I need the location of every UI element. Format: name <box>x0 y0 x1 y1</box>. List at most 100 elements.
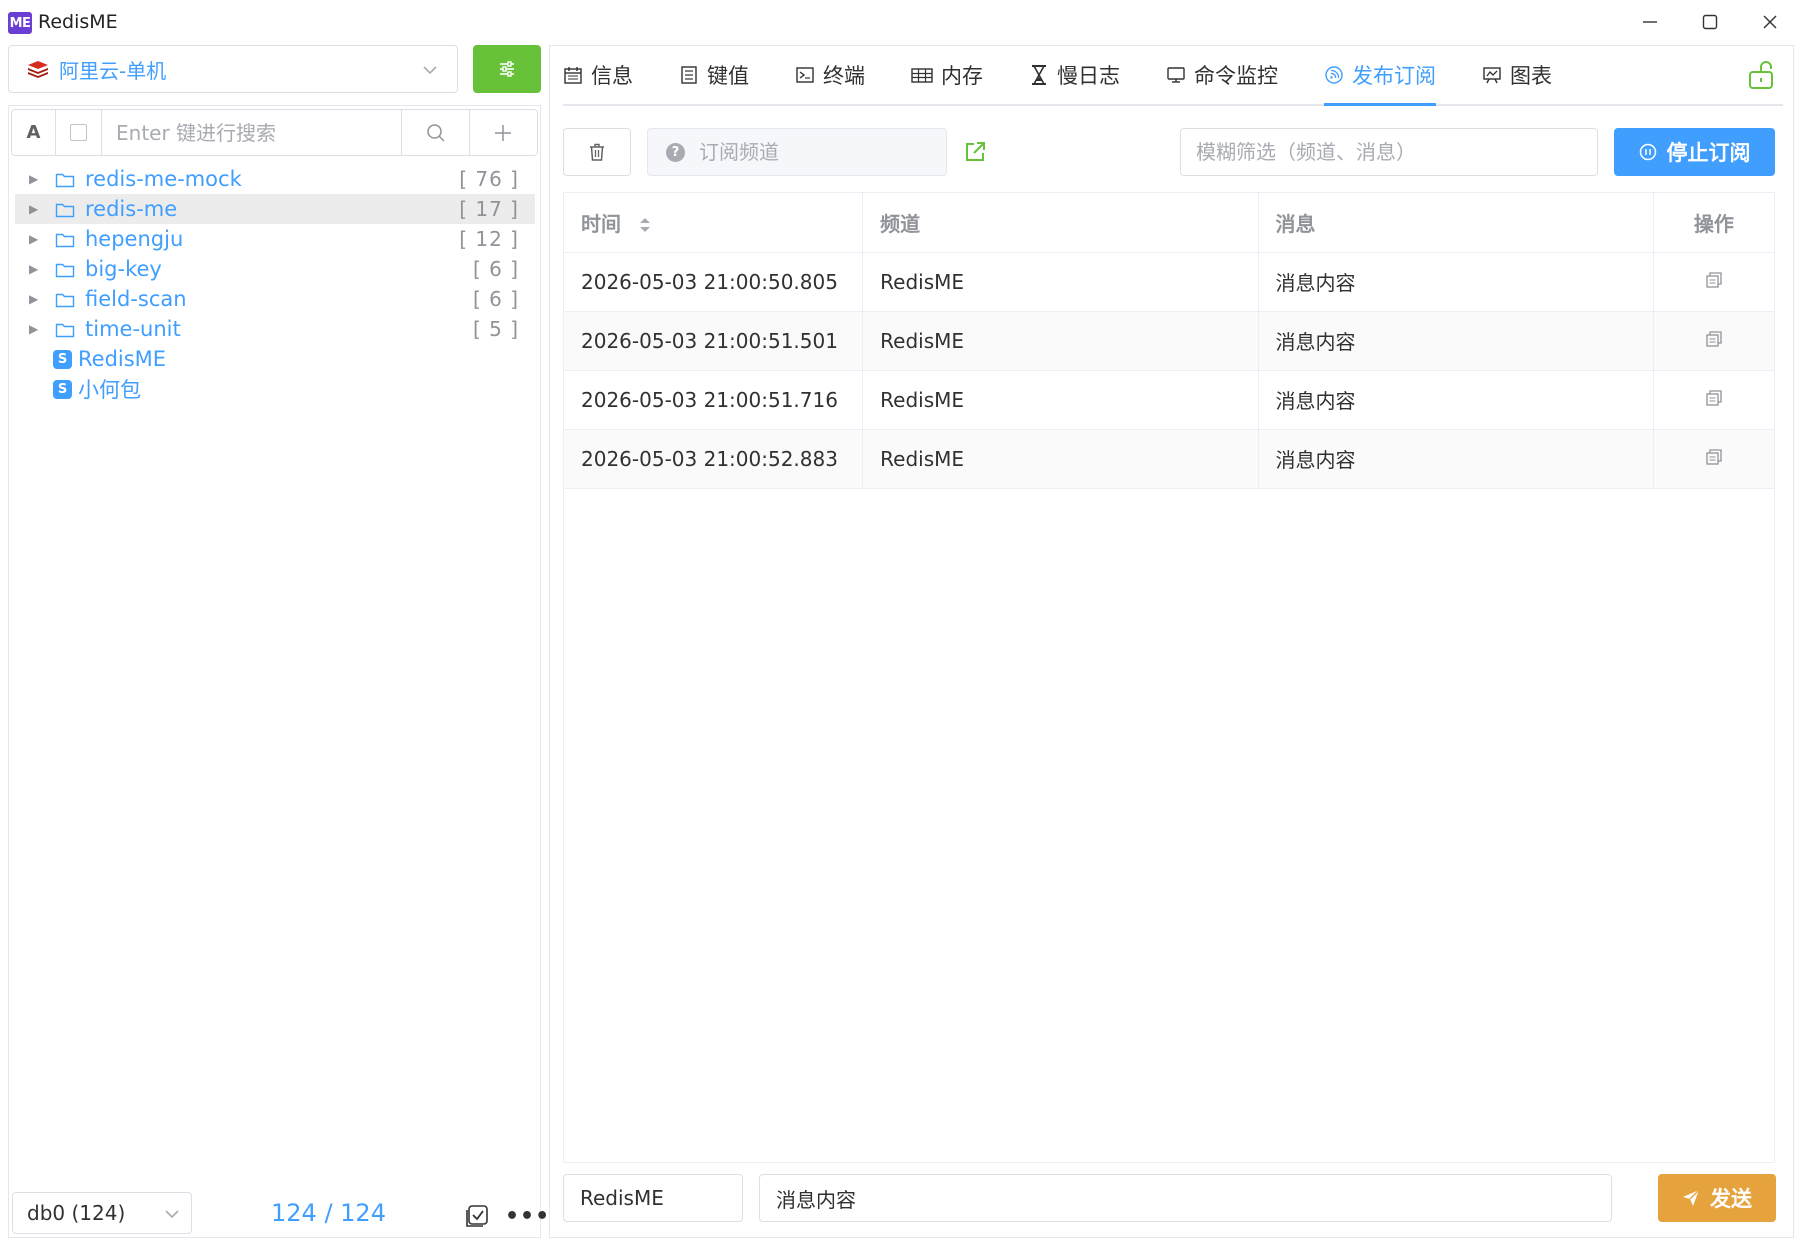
tab-key-value[interactable]: 键值 <box>679 46 749 104</box>
chevron-down-icon <box>165 1210 179 1219</box>
folder-count: [ 76 ] <box>459 167 519 191</box>
tab-info[interactable]: 信息 <box>563 46 633 104</box>
database-select[interactable]: db0 (124) <box>12 1192 192 1234</box>
connection-label: 阿里云-单机 <box>59 58 167 83</box>
more-options-icon[interactable]: ••• <box>505 1204 550 1229</box>
cell-channel: RedisME <box>862 311 1259 371</box>
key-tree: ▶ redis-me-mock [ 76 ] ▶ redis-me [ 17 ]… <box>15 164 535 404</box>
folder-count: [ 17 ] <box>459 197 519 221</box>
cell-message: 消息内容 <box>1258 311 1654 371</box>
cell-time: 2026-05-03 21:00:52.883 <box>564 429 864 489</box>
copy-icon[interactable] <box>1705 389 1723 407</box>
search-mode-toggle[interactable]: A <box>12 110 56 155</box>
tab-terminal[interactable]: 终端 <box>795 46 865 104</box>
maximize-button[interactable] <box>1690 8 1730 36</box>
tree-folder[interactable]: ▶ big-key [ 6 ] <box>15 254 535 284</box>
tree-folder[interactable]: ▶ hepengju [ 12 ] <box>15 224 535 254</box>
folder-name: time-unit <box>85 317 181 341</box>
tab-pubsub[interactable]: 发布订阅 <box>1324 46 1436 106</box>
chart-icon <box>1482 65 1502 85</box>
cell-message: 消息内容 <box>1258 370 1654 430</box>
tab-memory[interactable]: 内存 <box>911 46 983 104</box>
folder-count: [ 5 ] <box>472 317 519 341</box>
tab-label: 慢日志 <box>1057 64 1120 88</box>
close-icon <box>1763 15 1777 29</box>
tab-label: 终端 <box>823 64 865 88</box>
close-button[interactable] <box>1750 8 1790 36</box>
tree-key[interactable]: S RedisME <box>15 344 535 374</box>
publish-channel-input[interactable] <box>580 1186 741 1210</box>
tree-key[interactable]: S 小何包 <box>15 374 535 404</box>
sort-icon[interactable] <box>638 215 652 235</box>
stop-subscribe-button[interactable]: 停止订阅 <box>1614 128 1775 176</box>
cell-channel: RedisME <box>862 252 1259 312</box>
redis-icon <box>28 61 48 78</box>
folder-count: [ 6 ] <box>472 287 519 311</box>
minimize-button[interactable] <box>1630 8 1670 36</box>
tree-folder[interactable]: ▶ redis-me-mock [ 76 ] <box>15 164 535 194</box>
key-search-field[interactable] <box>102 110 402 155</box>
stop-subscribe-label: 停止订阅 <box>1666 141 1751 165</box>
tree-folder[interactable]: ▶ redis-me [ 17 ] <box>15 194 535 224</box>
select-all-checkbox[interactable] <box>56 110 102 155</box>
calendar-icon <box>563 65 583 85</box>
tree-folder[interactable]: ▶ field-scan [ 6 ] <box>15 284 535 314</box>
checkbox-box <box>70 124 87 141</box>
search-button[interactable] <box>402 110 470 155</box>
folder-name: big-key <box>85 257 162 281</box>
copy-icon[interactable] <box>1705 330 1723 348</box>
caret-right-icon[interactable]: ▶ <box>29 322 49 336</box>
message-filter-field[interactable] <box>1180 128 1598 176</box>
send-button[interactable]: 发送 <box>1658 1174 1776 1222</box>
caret-right-icon[interactable]: ▶ <box>29 292 49 306</box>
subscribe-channel-field[interactable]: ? <box>647 128 947 176</box>
tab-slow-log[interactable]: 慢日志 <box>1029 46 1120 104</box>
plus-icon <box>495 124 511 141</box>
publish-message-field[interactable] <box>759 1174 1612 1222</box>
tab-command-monitor[interactable]: 命令监控 <box>1166 46 1278 104</box>
subscribe-channel-input[interactable] <box>699 140 939 164</box>
key-search-input[interactable] <box>116 120 396 145</box>
cell-time: 2026-05-03 21:00:51.501 <box>564 311 864 371</box>
tab-label: 键值 <box>707 64 749 88</box>
publish-message-input[interactable] <box>776 1186 1542 1210</box>
batch-select-icon[interactable] <box>465 1204 489 1228</box>
unlock-icon[interactable] <box>1747 60 1779 90</box>
caret-right-icon[interactable]: ▶ <box>29 202 49 216</box>
table-row: 2026-05-03 21:00:51.716 RedisME 消息内容 <box>564 370 1774 430</box>
broadcast-icon <box>1324 65 1344 85</box>
connection-settings-button[interactable] <box>473 45 541 93</box>
folder-icon <box>55 169 79 189</box>
tab-charts[interactable]: 图表 <box>1482 46 1552 104</box>
tree-folder[interactable]: ▶ time-unit [ 5 ] <box>15 314 535 344</box>
key-search-bar: A <box>11 109 538 156</box>
grid-icon <box>911 65 933 85</box>
folder-icon <box>55 259 79 279</box>
cell-actions <box>1653 311 1774 371</box>
external-link-icon[interactable] <box>963 140 987 164</box>
copy-icon[interactable] <box>1705 271 1723 289</box>
question-icon: ? <box>666 142 685 162</box>
column-header-time[interactable]: 时间 <box>564 193 864 253</box>
terminal-icon <box>795 65 815 85</box>
main-panel: 信息 键值 终端 内存 慢日志 命令监控 发布订阅 图表 ? 订阅频道 模糊筛选… <box>549 45 1794 1238</box>
cell-time: 2026-05-03 21:00:50.805 <box>564 252 864 312</box>
send-label: 发送 <box>1710 1187 1752 1211</box>
caret-right-icon[interactable]: ▶ <box>29 262 49 276</box>
caret-right-icon[interactable]: ▶ <box>29 172 49 186</box>
key-count: 124 / 124 <box>271 1199 386 1227</box>
message-filter-input[interactable] <box>1196 140 1586 164</box>
tab-label: 图表 <box>1510 64 1552 88</box>
string-type-badge: S <box>53 349 72 369</box>
connection-select[interactable]: 阿里云-单机 <box>8 45 458 93</box>
copy-icon[interactable] <box>1705 448 1723 466</box>
table-row: 2026-05-03 21:00:52.883 RedisME 消息内容 <box>564 429 1774 489</box>
clear-messages-button[interactable] <box>563 128 631 176</box>
tab-label: 命令监控 <box>1194 64 1278 88</box>
column-header-message: 消息 <box>1258 193 1654 253</box>
caret-right-icon[interactable]: ▶ <box>29 232 49 246</box>
add-key-button[interactable] <box>470 110 536 155</box>
key-name: RedisME <box>78 347 167 371</box>
title-bar: ME RedisME <box>0 0 1800 44</box>
publish-channel-field[interactable] <box>563 1174 743 1222</box>
